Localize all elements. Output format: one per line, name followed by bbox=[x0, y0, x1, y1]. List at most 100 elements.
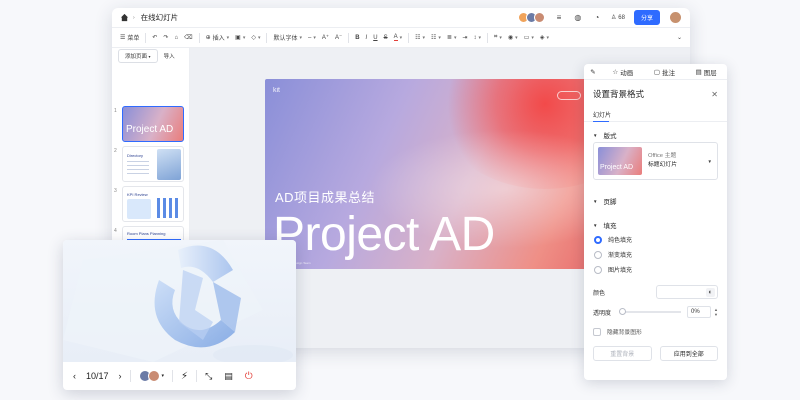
chevron-down-icon: ⌄ bbox=[676, 35, 682, 41]
next-slide-icon[interactable]: › bbox=[119, 371, 122, 381]
opacity-slider[interactable] bbox=[619, 308, 682, 315]
slide-thumb-3[interactable]: KPI Review bbox=[122, 186, 184, 222]
toolbar: ☰ 菜单 ↶ ↷ ⌂ ⌫ ⊕ 插入 ▾ ▣ ▾ ◇ ▾ 默认字体 ▾ – ▾ A⁺ A⁻ B … bbox=[112, 28, 690, 48]
slide-canvas[interactable]: kit AD项目成果总结 Project AD Design Team bbox=[265, 79, 595, 269]
strikethrough-button[interactable]: S bbox=[384, 35, 388, 41]
font-family-select[interactable]: 默认字体 ▾ bbox=[273, 33, 302, 43]
fill-option-solid[interactable]: 纯色填充 bbox=[584, 232, 727, 247]
tab-animation[interactable]: ☆ 动画 bbox=[602, 64, 644, 79]
font-size-up-button[interactable]: A⁺ bbox=[322, 34, 329, 41]
section-label: 填充 bbox=[603, 223, 617, 230]
shape-button[interactable]: ◇ ▾ bbox=[251, 34, 261, 42]
align-button[interactable]: ≣ ▾ bbox=[447, 34, 457, 42]
list-icon[interactable]: ≡ bbox=[554, 13, 564, 23]
underline-button[interactable]: U bbox=[373, 35, 377, 41]
close-icon[interactable]: ✕ bbox=[711, 90, 718, 99]
tab-format[interactable]: ✎ bbox=[584, 64, 602, 79]
undo-button[interactable]: ↶ bbox=[152, 34, 157, 41]
opacity-stepper[interactable]: ▲ ▼ bbox=[714, 307, 718, 317]
font-color-button[interactable]: A ▾ bbox=[393, 34, 403, 41]
glass-logo-art bbox=[63, 240, 293, 362]
chevron-down-icon: ▾ bbox=[499, 34, 502, 41]
radio-unchecked[interactable] bbox=[594, 265, 602, 274]
fill-option-gradient[interactable]: 渐变填充 bbox=[584, 247, 727, 262]
redo-button[interactable]: ↷ bbox=[163, 34, 168, 41]
font-size-select[interactable]: – ▾ bbox=[308, 35, 316, 41]
layout-section-header[interactable]: ▼ 版式 bbox=[584, 128, 727, 142]
viewer-avatars[interactable]: ▾ bbox=[138, 370, 164, 382]
bullet-list-button[interactable]: ☷ ▾ bbox=[415, 34, 425, 42]
color-picker[interactable]: ◐ bbox=[656, 285, 718, 299]
document-title[interactable]: 在线幻灯片 bbox=[141, 12, 179, 23]
add-page-button[interactable]: 添加页面 ▾ bbox=[118, 49, 158, 63]
slide-title[interactable]: Project AD bbox=[273, 207, 495, 262]
menu-button[interactable]: ☰ 菜单 bbox=[120, 33, 139, 42]
share-button[interactable]: 分享 bbox=[633, 10, 660, 25]
footer-section-header[interactable]: ▼ 页脚 bbox=[584, 194, 727, 208]
opacity-input[interactable]: 0% bbox=[687, 306, 712, 318]
checkbox[interactable] bbox=[593, 327, 601, 336]
power-icon[interactable]: ⏻ bbox=[245, 371, 253, 382]
fill-button[interactable]: ◉ ▾ bbox=[508, 34, 518, 42]
thumb-title: Directory bbox=[127, 153, 144, 158]
thumb-card bbox=[127, 199, 151, 219]
notes-icon[interactable]: ▤ bbox=[224, 371, 233, 382]
slide-pill bbox=[557, 91, 581, 100]
user-icon[interactable]: ♙ 68 bbox=[611, 13, 625, 23]
home-icon[interactable] bbox=[120, 13, 129, 22]
radio-checked[interactable] bbox=[594, 235, 602, 244]
slide-subtitle[interactable]: AD项目成果总结 bbox=[275, 187, 375, 206]
checkbox-label: 隐藏背景图形 bbox=[607, 330, 642, 336]
text-box-button[interactable]: ⌗ ▾ bbox=[494, 34, 502, 41]
line-spacing-button[interactable]: ↕ ▾ bbox=[474, 35, 482, 41]
slide-brand: kit bbox=[273, 87, 280, 94]
more-button[interactable]: ⌄ bbox=[677, 34, 682, 41]
bold-button[interactable]: B bbox=[355, 35, 359, 41]
import-button[interactable]: 导入 bbox=[164, 52, 175, 60]
exit-fullscreen-icon[interactable]: ⤡ bbox=[205, 371, 212, 382]
slider-handle[interactable] bbox=[619, 308, 627, 315]
section-label: 页脚 bbox=[603, 199, 617, 206]
collaborator-avatars[interactable] bbox=[517, 12, 545, 23]
plus-circle-icon: ⊕ bbox=[205, 35, 211, 41]
palette-icon[interactable]: ◐ bbox=[706, 288, 715, 297]
laser-pointer-icon[interactable]: ⚡ bbox=[181, 371, 188, 382]
font-size-down-button[interactable]: A⁻ bbox=[335, 34, 342, 41]
border-button[interactable]: ▭ ▾ bbox=[524, 34, 534, 42]
font-size-up-icon: A⁺ bbox=[321, 35, 330, 41]
previous-slide-icon[interactable]: ‹ bbox=[73, 371, 76, 381]
slide-thumb-2[interactable]: Directory bbox=[122, 146, 184, 182]
indent-button[interactable]: ⇥ bbox=[462, 34, 467, 41]
text-box-icon: ⌗ bbox=[494, 34, 498, 40]
divider bbox=[198, 32, 200, 43]
image-button[interactable]: ▣ ▾ bbox=[235, 34, 245, 42]
image-icon: ▣ bbox=[235, 35, 241, 41]
fill-section-header[interactable]: ▼ 填充 bbox=[584, 218, 727, 232]
shape-icon: ◇ bbox=[251, 35, 256, 41]
chat-icon[interactable]: ◍ bbox=[573, 13, 583, 23]
panel-subtab[interactable]: 幻灯片 bbox=[584, 108, 727, 122]
tab-layers[interactable]: ▤ 图层 bbox=[685, 64, 727, 79]
insert-button[interactable]: ⊕ 插入 ▾ bbox=[205, 33, 230, 43]
numbered-list-button[interactable]: ☷ ▾ bbox=[431, 34, 441, 42]
italic-button[interactable]: I bbox=[366, 35, 368, 41]
user-avatar[interactable] bbox=[669, 11, 682, 24]
chevron-down-icon: ▾ bbox=[257, 34, 261, 41]
radio-unchecked[interactable] bbox=[594, 250, 602, 259]
chevron-down-icon: ▾ bbox=[399, 34, 403, 41]
chevron-down-icon: ▾ bbox=[531, 34, 534, 41]
format-painter-button[interactable]: ⌂ bbox=[174, 35, 178, 41]
bell-icon[interactable]: ◔ bbox=[592, 13, 602, 23]
hide-background-checkbox[interactable]: 隐藏背景图形 bbox=[584, 327, 727, 336]
chevron-down-icon: ▾ bbox=[148, 54, 151, 59]
tab-label: 动画 bbox=[620, 69, 634, 77]
reset-background-button[interactable]: 重置背景 bbox=[593, 346, 652, 361]
clear-format-button[interactable]: ⌫ bbox=[184, 34, 192, 41]
fill-option-picture[interactable]: 图片填充 bbox=[584, 262, 727, 277]
effects-button[interactable]: ◈ ▾ bbox=[540, 34, 549, 42]
slide-thumb-1[interactable]: Project AD bbox=[122, 106, 184, 142]
apply-all-button[interactable]: 应用到全部 bbox=[659, 346, 718, 361]
layout-select[interactable]: Project AD Office 主题 标题幻灯片 ▼ bbox=[593, 142, 718, 180]
menu-label: 菜单 bbox=[127, 36, 140, 42]
tab-comments[interactable]: ▢ 批注 bbox=[644, 64, 686, 79]
